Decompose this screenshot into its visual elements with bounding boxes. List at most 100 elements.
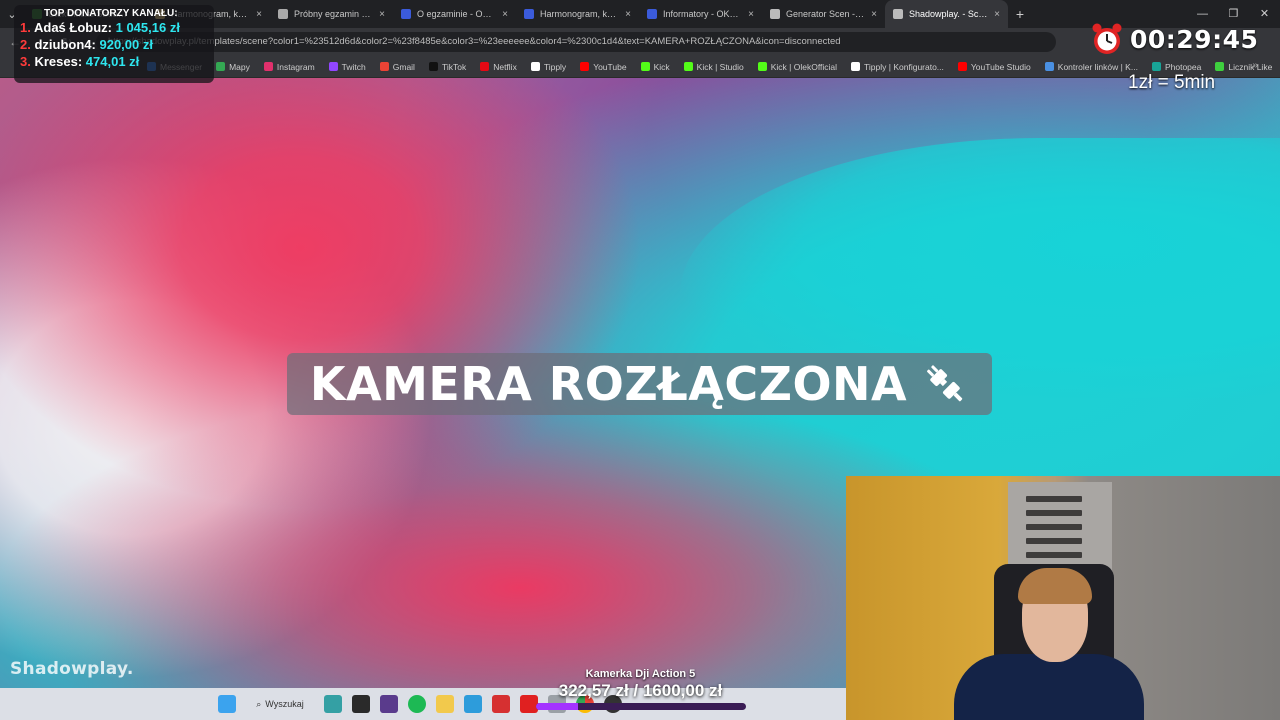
bookmark-item[interactable]: YouTube Studio [951, 62, 1038, 72]
tab-label: O egzaminie - OKE W [417, 9, 496, 19]
donor-rank: 1. [20, 20, 31, 35]
bookmark-favicon-icon [263, 62, 273, 71]
bookmark-favicon-icon [1215, 62, 1225, 71]
browser-tab[interactable]: O egzaminie - OKE W × [393, 0, 516, 28]
scene-title-banner: KAMERA ROZŁĄCZONA [287, 353, 992, 415]
bookmark-label: Gmail [392, 61, 415, 72]
bookmark-item[interactable]: Gmail [373, 62, 422, 72]
bookmark-favicon-icon [530, 62, 540, 71]
bookmark-favicon-icon [957, 62, 967, 71]
bookmark-item[interactable]: TikTok [422, 62, 473, 72]
app-icon[interactable] [463, 695, 482, 713]
browser-tab[interactable]: Shadowplay. - Scene × [885, 0, 1008, 28]
bookmark-favicon-icon [480, 62, 490, 71]
browser-tab[interactable]: Informatory - OKE W × [639, 0, 762, 28]
bookmark-favicon-icon [216, 62, 226, 71]
donor-amount: 1 045,16 zł [115, 20, 180, 35]
bookmark-favicon-icon [851, 62, 861, 71]
bookmark-favicon-icon [428, 62, 438, 71]
bookmark-favicon-icon [379, 62, 389, 71]
tab-close-icon[interactable]: × [502, 9, 508, 20]
tab-close-icon[interactable]: × [748, 9, 754, 20]
bookmark-label: Kick | OlekOfficial [770, 61, 838, 72]
bookmark-item[interactable]: YouTube [573, 62, 633, 72]
donation-goal: Kamerka Dji Action 5 322,57 zł / 1600,00… [533, 668, 748, 710]
capcut-icon[interactable] [351, 695, 370, 713]
bookmark-item[interactable]: Twitch [322, 62, 373, 72]
url-field[interactable]: https://shadowplay.pl/templates/scene?co… [96, 32, 1056, 52]
subathon-timer: 00:29:45 [1090, 22, 1258, 56]
start-icon[interactable] [218, 695, 237, 713]
goal-amount: 322,57 zł / 1600,00 zł [558, 681, 723, 700]
bookmark-label: Instagram [276, 61, 315, 72]
search-icon: ⌕ [256, 698, 262, 709]
timer-value: 00:29:45 [1130, 24, 1259, 54]
bookmark-item[interactable]: Instagram [257, 62, 322, 72]
goal-progress-bar [535, 703, 746, 710]
tab-favicon-icon [647, 9, 657, 19]
bookmark-item[interactable]: Photopea [1145, 62, 1208, 72]
bookmark-item[interactable]: Kick | OlekOfficial [751, 62, 844, 72]
bookmark-item[interactable]: Tipply [524, 62, 573, 72]
file-explorer-icon[interactable] [323, 695, 342, 713]
streamer-body [954, 654, 1144, 720]
streamer-hair [1018, 568, 1092, 604]
alarm-clock-icon [1092, 23, 1122, 54]
browser-tab[interactable]: Generator Scen - Sha × [762, 0, 885, 28]
taskbar-search[interactable]: ⌕ Wyszukaj [246, 693, 313, 715]
tab-favicon-icon [770, 9, 780, 19]
bookmark-favicon-icon [640, 62, 650, 71]
bookmark-item[interactable]: Kick [634, 62, 677, 72]
adobe-icon[interactable] [491, 695, 510, 713]
davinci-icon[interactable] [379, 695, 398, 713]
bookmark-favicon-icon [1151, 62, 1161, 71]
donor-list: 1. Adaś Łobuz: 1 045,16 zł 2. dziubon4: 9… [20, 19, 214, 70]
bookmark-label: Tipply [543, 61, 567, 72]
bookmark-label: Kontroler linków | K... [1057, 61, 1138, 72]
bookmark-label: YouTube [593, 61, 627, 72]
donors-title: TOP DONATORZY KANAŁU: [44, 8, 178, 19]
tab-favicon-icon [401, 9, 411, 19]
top-donors-panel: TOP DONATORZY KANAŁU: 1. Adaś Łobuz: 1 0… [14, 5, 214, 83]
tab-favicon-icon [893, 9, 903, 19]
bookmark-label: YouTube Studio [970, 61, 1031, 72]
bookmark-favicon-icon [1044, 62, 1054, 71]
wall-vent [1008, 482, 1112, 572]
new-tab-button[interactable]: + [1008, 6, 1032, 22]
browser-tab[interactable]: Harmonogram, kom × [516, 0, 639, 28]
tab-label: Próbny egzamin ósm [294, 9, 374, 19]
browser-tab[interactable]: Próbny egzamin ósm × [270, 0, 393, 28]
bookmark-label: Mapy [229, 61, 250, 72]
bookmark-item[interactable]: Netflix [473, 62, 524, 72]
bookmark-favicon-icon [580, 62, 590, 71]
tab-label: Informatory - OKE W [663, 9, 743, 19]
bookmark-label: Licznik Like [1228, 61, 1273, 72]
tab-close-icon[interactable]: × [379, 9, 385, 20]
bookmark-item[interactable]: Kick | Studio [677, 62, 751, 72]
spotify-icon[interactable] [407, 695, 426, 713]
bookmark-item[interactable]: Mapy [209, 62, 257, 72]
webcam-feed [846, 476, 1280, 720]
bookmarks-overflow-icon[interactable]: » [1252, 60, 1258, 71]
tab-favicon-icon [278, 9, 288, 19]
bookmark-favicon-icon [683, 62, 693, 71]
donor-row: 2. dziubon4: 920,00 zł [20, 36, 214, 53]
bookmark-item[interactable]: Tipply | Konfigurato... [844, 62, 951, 72]
bookmark-label: Kick | Studio [696, 61, 744, 72]
tab-label: Shadowplay. - Scene [909, 9, 989, 19]
folder-icon[interactable] [435, 695, 454, 713]
tab-close-icon[interactable]: × [994, 9, 1000, 20]
donor-rank: 2. [20, 37, 31, 52]
timer-rate: 1zł = 5min [1128, 72, 1216, 93]
bookmark-favicon-icon [757, 62, 767, 71]
tab-close-icon[interactable]: × [256, 9, 262, 20]
tab-close-icon[interactable]: × [871, 9, 877, 20]
bookmark-label: Photopea [1164, 61, 1202, 72]
tab-close-icon[interactable]: × [625, 9, 631, 20]
bookmark-label: Twitch [341, 61, 366, 72]
bookmark-item[interactable]: Licznik Like [1208, 62, 1279, 72]
tab-favicon-icon [524, 9, 534, 19]
bookmark-item[interactable]: Kontroler linków | K... [1038, 62, 1145, 72]
donor-amount: 474,01 zł [85, 54, 140, 69]
donor-name: Kreses: [34, 54, 83, 69]
